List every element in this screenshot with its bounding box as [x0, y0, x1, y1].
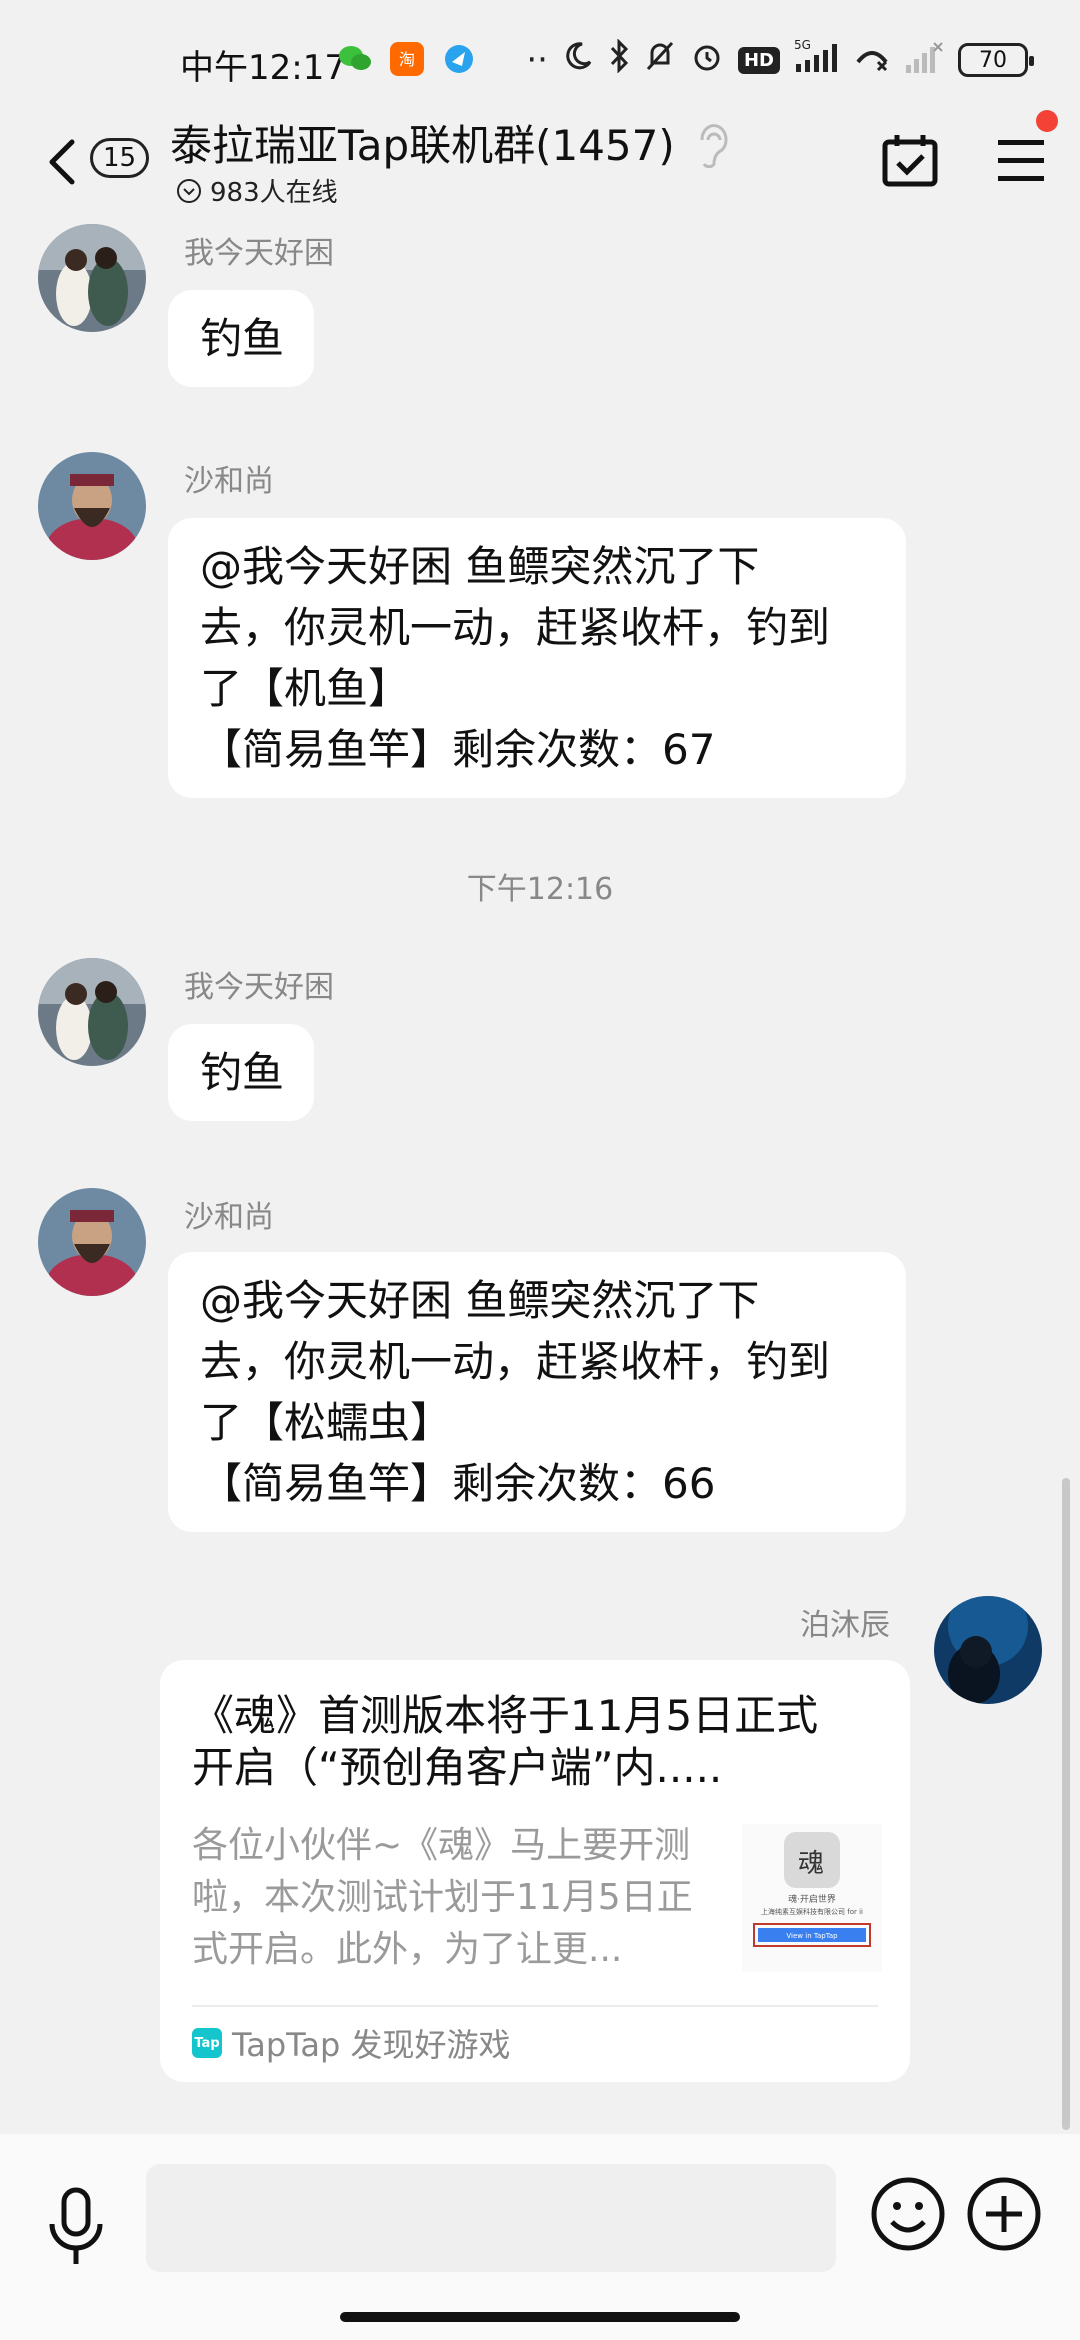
chat-header: 15 泰拉瑞亚Tap联机群(1457) 983人在线	[0, 110, 1080, 220]
hd-icon: HD	[737, 46, 780, 74]
hamburger-menu-icon	[998, 140, 1044, 181]
home-indicator[interactable]	[340, 2312, 740, 2322]
missed-call-icon	[854, 40, 890, 80]
sender-name: 沙和尚	[184, 464, 274, 499]
message-text: 去，你灵机一动，赶紧收杆，钓到	[200, 1337, 831, 1386]
app-notification-icon	[442, 42, 476, 76]
status-bar: 中午12:17 淘 ·· HD 5G 70	[0, 0, 1080, 120]
message-text: 【简易鱼竿】剩余次数：67	[200, 725, 716, 774]
voice-button[interactable]	[40, 2184, 112, 2274]
menu-button[interactable]	[996, 136, 1048, 188]
input-bar	[0, 2134, 1080, 2340]
card-thumbnail: 魂 魂·开启世界 上海纯素互娱科技有限公司 for ii View in Tap…	[742, 1824, 882, 1972]
message-text: 【简易鱼竿】剩余次数：66	[200, 1459, 716, 1508]
notification-icons: 淘	[338, 42, 476, 76]
microphone-icon	[49, 2187, 103, 2264]
plus-circle-icon	[967, 2177, 1041, 2251]
bluetooth-icon	[608, 38, 630, 81]
avatar[interactable]	[934, 1596, 1042, 1704]
message-text: @我今天好困 鱼鳔突然沉了下	[200, 1276, 760, 1325]
wechat-icon	[338, 42, 372, 76]
card-description: 各位小伙伴~《魂》马上要开测 啦，本次测试计划于11月5日正 式开启。此外，为了…	[192, 1825, 693, 1970]
sender-name: 我今天好困	[184, 236, 334, 271]
chevron-down-circle-icon	[177, 178, 201, 203]
battery-indicator: 70	[958, 43, 1034, 77]
online-count: 983人在线	[210, 178, 338, 208]
svg-text:5G: 5G	[794, 38, 811, 52]
chevron-left-icon	[49, 139, 75, 185]
shared-link-card[interactable]: 《魂》首测版本将于11月5日正式 开启（“预创角客户端”内..... 各位小伙伴…	[160, 1660, 910, 2082]
more-dots-icon: ··	[526, 40, 548, 80]
taobao-icon: 淘	[390, 42, 424, 76]
message-text: 钓鱼	[200, 314, 285, 363]
alarm-icon	[690, 39, 724, 81]
sender-name: 泊沐辰	[800, 1608, 890, 1643]
weak-signal-icon	[904, 39, 944, 81]
avatar[interactable]	[38, 1188, 146, 1296]
status-right-icons: ·· HD 5G 70	[526, 38, 1034, 82]
svg-text:魂·开启世界: 魂·开启世界	[788, 1893, 836, 1905]
svg-text:淘: 淘	[399, 50, 415, 69]
svg-text:上海纯素互娱科技有限公司 for ii: 上海纯素互娱科技有限公司 for ii	[761, 1907, 863, 1916]
online-count-row[interactable]: 983人在线	[176, 172, 338, 209]
message-bubble[interactable]: @我今天好困 鱼鳔突然沉了下 去，你灵机一动，赶紧收杆，钓到 了【机鱼】 【简易…	[168, 518, 906, 798]
moon-icon	[562, 40, 594, 80]
message-text: 钓鱼	[200, 1048, 285, 1097]
notification-dot	[1036, 110, 1058, 132]
message-bubble[interactable]: 钓鱼	[168, 290, 314, 387]
status-time: 中午12:17	[180, 48, 346, 88]
message-input[interactable]	[146, 2164, 836, 2272]
sender-name: 沙和尚	[184, 1200, 274, 1235]
card-divider	[192, 2005, 878, 2007]
card-source: Tap TapTap 发现好游戏	[192, 2020, 511, 2066]
mute-bell-icon	[644, 39, 676, 81]
svg-text:魂: 魂	[798, 1849, 824, 1879]
plus-button[interactable]	[966, 2176, 1042, 2252]
time-divider: 下午12:16	[466, 872, 614, 907]
taptap-logo-icon: Tap	[192, 2028, 222, 2058]
calendar-button[interactable]	[880, 130, 940, 190]
back-button[interactable]	[36, 132, 96, 192]
avatar[interactable]	[38, 224, 146, 332]
message-text: @我今天好困 鱼鳔突然沉了下	[200, 542, 760, 591]
message-bubble[interactable]: @我今天好困 鱼鳔突然沉了下 去，你灵机一动，赶紧收杆，钓到 了【松蠕虫】 【简…	[168, 1252, 906, 1532]
ear-icon[interactable]	[692, 118, 732, 174]
unread-count-badge[interactable]: 15	[90, 138, 150, 178]
message-bubble[interactable]: 钓鱼	[168, 1024, 314, 1121]
message-text: 了【松蠕虫】	[200, 1398, 453, 1447]
avatar[interactable]	[38, 452, 146, 560]
avatar[interactable]	[38, 958, 146, 1066]
message-text: 了【机鱼】	[200, 664, 411, 713]
sender-name: 我今天好困	[184, 970, 334, 1005]
scrollbar[interactable]	[1062, 1478, 1070, 2130]
cellular-signal-icon: 5G	[794, 38, 840, 82]
emoji-button[interactable]	[870, 2176, 946, 2252]
smiley-icon	[871, 2177, 945, 2251]
message-text: 去，你灵机一动，赶紧收杆，钓到	[200, 603, 831, 652]
card-source-label: TapTap 发现好游戏	[232, 2026, 511, 2064]
chat-title[interactable]: 泰拉瑞亚Tap联机群(1457)	[170, 112, 675, 173]
card-title: 《魂》首测版本将于11月5日正式 开启（“预创角客户端”内.....	[192, 1691, 819, 1792]
calendar-check-icon	[882, 135, 938, 187]
svg-text:View in TapTap: View in TapTap	[786, 1932, 838, 1940]
